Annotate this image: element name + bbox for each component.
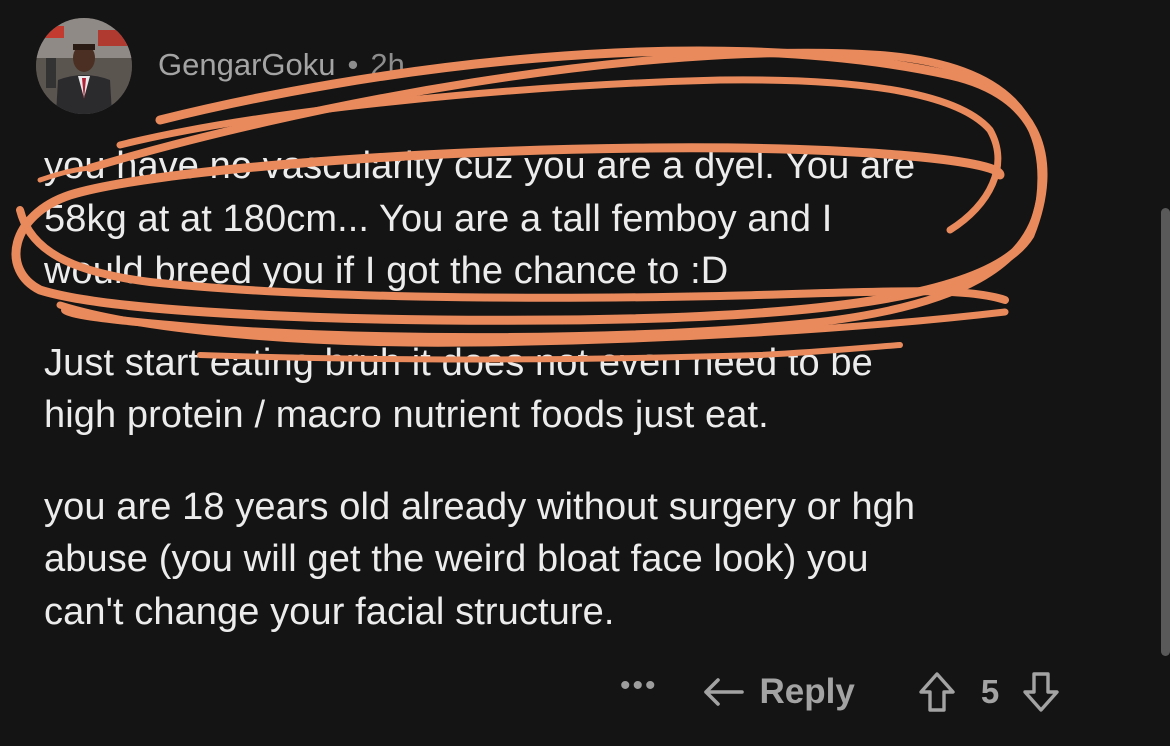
comment-actions: ••• Reply 5 — [620, 662, 1061, 722]
vote-controls: 5 — [917, 670, 1061, 714]
comment-line: can't change your facial structure. — [44, 590, 615, 633]
avatar-image — [36, 18, 132, 114]
comment-line: abuse (you will get the weird bloat face… — [44, 538, 869, 580]
comment-body: you have no vascularity cuz you are a dy… — [44, 140, 1124, 638]
comment-line: you have no vascularity cuz you are a dy… — [44, 145, 916, 187]
reply-arrow-icon — [703, 678, 744, 706]
reply-button[interactable]: Reply — [702, 672, 855, 712]
comment-line: 58kg at at 180cm... You are a tall fembo… — [44, 197, 833, 240]
timestamp: 2h — [370, 47, 405, 82]
comment: GengarGoku • 2h you have no vascularity … — [0, 0, 1170, 746]
comment-line: Just start eating bruh it does not even … — [44, 341, 873, 384]
comment-paragraph: Just start eating bruh it does not even … — [44, 337, 1124, 442]
comment-line: high protein / macro nutrient foods just… — [44, 394, 769, 436]
username[interactable]: GengarGoku — [158, 47, 336, 83]
vote-count: 5 — [980, 673, 1000, 710]
downvote-arrow-icon — [1023, 672, 1059, 712]
comment-paragraph: you have no vascularity cuz you are a dy… — [44, 140, 1124, 298]
comment-header: GengarGoku • 2h — [158, 40, 405, 90]
more-options-button[interactable]: ••• — [620, 671, 658, 701]
reply-label: Reply — [759, 672, 855, 711]
upvote-button[interactable] — [917, 670, 957, 714]
meta-separator: • — [347, 47, 359, 82]
comment-line: you are 18 years old already without sur… — [44, 485, 916, 528]
downvote-button[interactable] — [1021, 670, 1061, 714]
comment-paragraph: you are 18 years old already without sur… — [44, 481, 1124, 639]
comment-line: would breed you if I got the chance to :… — [44, 250, 729, 292]
scrollbar[interactable] — [1161, 208, 1170, 656]
upvote-arrow-icon — [919, 672, 955, 712]
avatar[interactable] — [36, 18, 132, 114]
